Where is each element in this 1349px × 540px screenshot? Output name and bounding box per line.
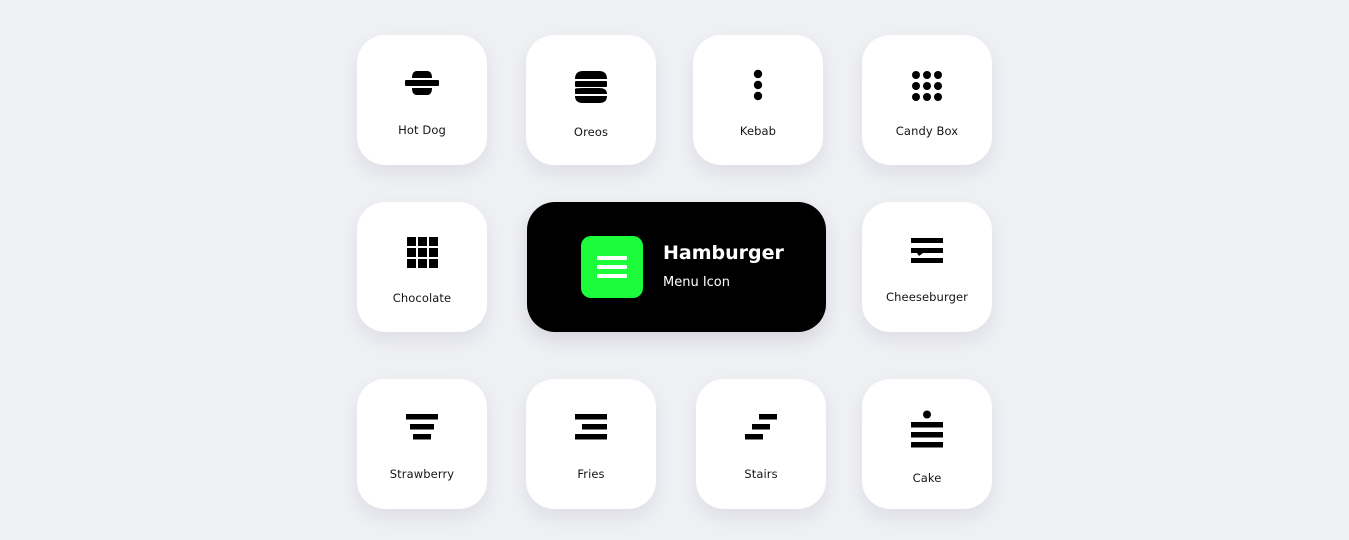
card-oreos[interactable]: Oreos	[526, 35, 656, 165]
card-cheeseburger[interactable]: Cheeseburger	[862, 202, 992, 332]
card-chocolate[interactable]: Chocolate	[357, 202, 487, 332]
card-label: Strawberry	[389, 467, 455, 481]
cheeseburger-menu-icon	[862, 237, 992, 265]
card-label: Candy Box	[895, 124, 959, 138]
cake-menu-icon	[862, 410, 992, 448]
card-kebab[interactable]: Kebab	[693, 35, 823, 165]
card-cake[interactable]: Cake	[862, 379, 992, 509]
hot-dog-menu-icon	[357, 69, 487, 97]
fries-menu-icon	[526, 414, 656, 441]
chocolate-menu-icon	[357, 237, 487, 268]
card-label: Chocolate	[392, 291, 452, 305]
card-hot-dog[interactable]: Hot Dog	[357, 35, 487, 165]
featured-title: Hamburger	[663, 242, 784, 264]
kebab-menu-icon	[693, 69, 823, 101]
card-label: Fries	[577, 467, 605, 481]
card-label: Oreos	[573, 125, 609, 139]
card-candy-box[interactable]: Candy Box	[862, 35, 992, 165]
card-stairs[interactable]: Stairs	[696, 379, 826, 509]
featured-subtitle: Menu Icon	[663, 275, 730, 290]
card-label: Cheeseburger	[886, 290, 968, 304]
featured-hamburger-card[interactable]: Hamburger Menu Icon	[527, 202, 826, 332]
strawberry-menu-icon	[357, 414, 487, 441]
card-label: Kebab	[739, 124, 777, 138]
card-label: Hot Dog	[398, 123, 446, 137]
card-label: Cake	[912, 471, 942, 485]
card-label: Stairs	[744, 467, 778, 481]
card-fries[interactable]: Fries	[526, 379, 656, 509]
stairs-menu-icon	[696, 414, 826, 441]
candy-box-menu-icon	[862, 70, 992, 102]
card-strawberry[interactable]: Strawberry	[357, 379, 487, 509]
hamburger-menu-icon	[581, 236, 643, 298]
oreos-menu-icon	[526, 70, 656, 104]
